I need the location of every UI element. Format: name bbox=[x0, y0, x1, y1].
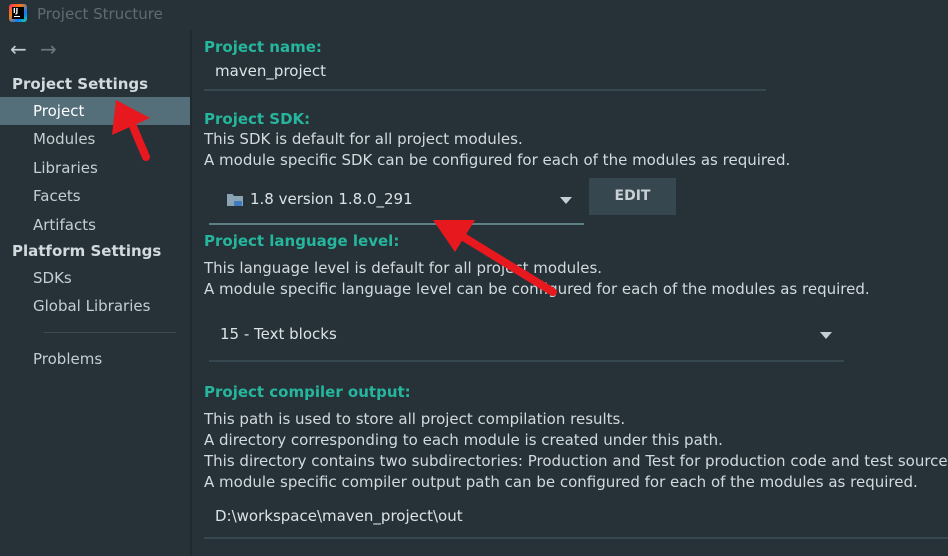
project-sdk-label: Project SDK: bbox=[204, 110, 311, 128]
project-sdk-dropdown[interactable]: 1.8 version 1.8.0_291 bbox=[209, 190, 584, 225]
sidebar-item-global-libraries[interactable]: Global Libraries bbox=[0, 292, 190, 320]
language-level-label: Project language level: bbox=[204, 232, 400, 250]
language-level-dropdown[interactable]: 15 - Text blocks bbox=[209, 325, 844, 362]
project-sdk-selected-value: 1.8 version 1.8.0_291 bbox=[250, 190, 413, 208]
edit-sdk-button[interactable]: EDIT bbox=[589, 178, 676, 215]
project-settings-panel: Project name: maven_project Project SDK:… bbox=[192, 30, 948, 556]
chevron-down-icon bbox=[820, 332, 832, 339]
sidebar-divider bbox=[44, 332, 176, 333]
compiler-output-description-1: This path is used to store all project c… bbox=[204, 410, 626, 428]
title-bar: IJ Project Structure bbox=[0, 0, 948, 30]
project-settings-header: Project Settings bbox=[12, 75, 149, 93]
project-name-input[interactable]: maven_project bbox=[204, 62, 766, 91]
compiler-output-description-2: A directory corresponding to each module… bbox=[204, 431, 723, 449]
window-title: Project Structure bbox=[37, 5, 163, 23]
platform-settings-header: Platform Settings bbox=[12, 242, 162, 260]
intellij-app-icon: IJ bbox=[9, 4, 27, 22]
app-icon-label: IJ bbox=[12, 7, 24, 19]
compiler-output-description-4: A module specific compiler output path c… bbox=[204, 473, 918, 491]
sidebar-item-libraries[interactable]: Libraries bbox=[0, 154, 190, 182]
sdk-folder-icon bbox=[227, 194, 243, 206]
sidebar-item-artifacts[interactable]: Artifacts bbox=[0, 211, 190, 239]
project-sdk-description-1: This SDK is default for all project modu… bbox=[204, 130, 523, 148]
project-sdk-description-2: A module specific SDK can be configured … bbox=[204, 151, 791, 169]
sidebar-item-problems[interactable]: Problems bbox=[0, 345, 190, 373]
language-level-description-1: This language level is default for all p… bbox=[204, 259, 603, 277]
chevron-down-icon bbox=[560, 197, 572, 204]
sidebar-item-modules[interactable]: Modules bbox=[0, 125, 190, 153]
compiler-output-path-input[interactable]: D:\workspace\maven_project\out bbox=[204, 507, 948, 539]
forward-arrow-icon[interactable]: → bbox=[40, 39, 57, 59]
language-level-description-2: A module specific language level can be … bbox=[204, 280, 870, 298]
project-name-label: Project name: bbox=[204, 38, 322, 56]
compiler-output-description-3: This directory contains two subdirectori… bbox=[204, 452, 948, 470]
back-arrow-icon[interactable]: ← bbox=[10, 39, 27, 59]
compiler-output-label: Project compiler output: bbox=[204, 383, 411, 401]
sidebar-item-facets[interactable]: Facets bbox=[0, 182, 190, 210]
language-level-selected-value: 15 - Text blocks bbox=[220, 325, 337, 343]
sidebar: ← → Project Settings Project Modules Lib… bbox=[0, 30, 190, 556]
sidebar-item-sdks[interactable]: SDKs bbox=[0, 264, 190, 292]
sidebar-item-project[interactable]: Project bbox=[0, 97, 190, 125]
